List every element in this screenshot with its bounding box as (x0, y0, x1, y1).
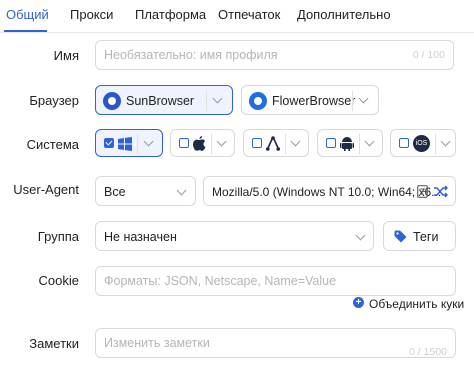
tab-bar: Общий Прокси Платформа Отпечаток Дополни… (0, 0, 474, 33)
notes-placeholder: Изменить заметки (104, 336, 210, 350)
macos-checkbox[interactable] (179, 138, 189, 148)
group-value: Не назначен (104, 230, 177, 244)
chevron-down-icon[interactable] (143, 136, 154, 147)
cookie-label: Cookie (38, 273, 79, 288)
plus-circle-icon[interactable]: + (353, 297, 364, 308)
user-agent-label: User-Agent (13, 182, 79, 197)
android-checkbox[interactable] (326, 138, 336, 148)
windows-icon (118, 137, 132, 151)
flowerbrowser-logo-icon (249, 92, 267, 110)
browser-option-label: SunBrowser (126, 94, 195, 108)
android-icon (340, 137, 354, 151)
browser-option-flowerbrowser[interactable]: FlowerBrowser (241, 85, 379, 115)
chevron-down-icon[interactable] (290, 136, 301, 147)
name-counter: 0 / 100 (412, 49, 445, 61)
divider (435, 134, 436, 154)
system-option-android[interactable] (317, 129, 383, 157)
browser-option-sunbrowser[interactable]: SunBrowser (95, 85, 233, 115)
tab-fingerprint[interactable]: Отпечаток (218, 7, 280, 22)
document-icon[interactable] (417, 185, 428, 198)
divider (359, 134, 360, 154)
notes-input[interactable]: Изменить заметки 0 / 1500 (95, 328, 456, 358)
system-option-windows[interactable] (95, 129, 163, 157)
ios-checkbox[interactable] (399, 138, 409, 148)
chevron-down-icon (355, 230, 366, 241)
user-agent-mode-value: Все (104, 185, 126, 199)
tags-button[interactable]: Теги (383, 221, 456, 251)
name-label: Имя (53, 48, 79, 63)
chevron-down-icon[interactable] (364, 136, 375, 147)
system-label: Система (26, 137, 79, 152)
tab-proxy[interactable]: Прокси (70, 7, 113, 22)
tag-icon (394, 230, 407, 243)
chevron-down-icon[interactable] (216, 136, 227, 147)
system-option-macos[interactable] (170, 129, 235, 157)
notes-label: Заметки (29, 336, 79, 351)
divider (352, 91, 353, 111)
ios-icon: iOS (413, 135, 430, 152)
divider (285, 134, 286, 154)
chevron-down-icon[interactable] (358, 93, 369, 104)
divider (137, 134, 138, 154)
apple-icon (193, 136, 206, 151)
cookie-input[interactable]: Форматы: JSON, Netscape, Name=Value (95, 266, 456, 296)
browser-option-label: FlowerBrowser (272, 94, 356, 108)
user-agent-input[interactable]: Mozilla/5.0 (Windows NT 10.0; Win64; x6.… (203, 176, 456, 206)
divider (211, 134, 212, 154)
name-placeholder: Необязательно: имя профиля (104, 48, 278, 62)
tab-advanced[interactable]: Дополнительно (297, 7, 391, 22)
system-option-ios[interactable]: iOS (390, 129, 456, 157)
merge-cookies-button[interactable]: Объединить куки (369, 297, 464, 311)
cookie-placeholder: Форматы: JSON, Netscape, Name=Value (104, 274, 337, 288)
tags-label: Теги (413, 230, 439, 244)
tab-platform[interactable]: Платформа (135, 7, 206, 22)
divider (206, 91, 207, 111)
chevron-down-icon[interactable] (212, 93, 223, 104)
user-agent-value: Mozilla/5.0 (Windows NT 10.0; Win64; x6.… (212, 185, 442, 199)
name-input[interactable]: Необязательно: имя профиля 0 / 100 (95, 40, 454, 70)
active-tab-indicator (4, 30, 47, 32)
chevron-down-icon[interactable] (440, 136, 451, 147)
group-select[interactable]: Не назначен (95, 221, 374, 251)
browser-label: Браузер (29, 93, 79, 108)
shuffle-icon[interactable] (434, 185, 448, 198)
tab-general[interactable]: Общий (6, 7, 49, 22)
system-option-linux[interactable] (243, 129, 309, 157)
group-label: Группа (37, 229, 79, 244)
windows-checkbox[interactable] (104, 138, 114, 148)
chevron-down-icon (176, 185, 187, 196)
linux-icon (266, 136, 280, 151)
sunbrowser-logo-icon (103, 92, 121, 110)
linux-checkbox[interactable] (252, 138, 262, 148)
user-agent-mode-select[interactable]: Все (95, 176, 196, 206)
